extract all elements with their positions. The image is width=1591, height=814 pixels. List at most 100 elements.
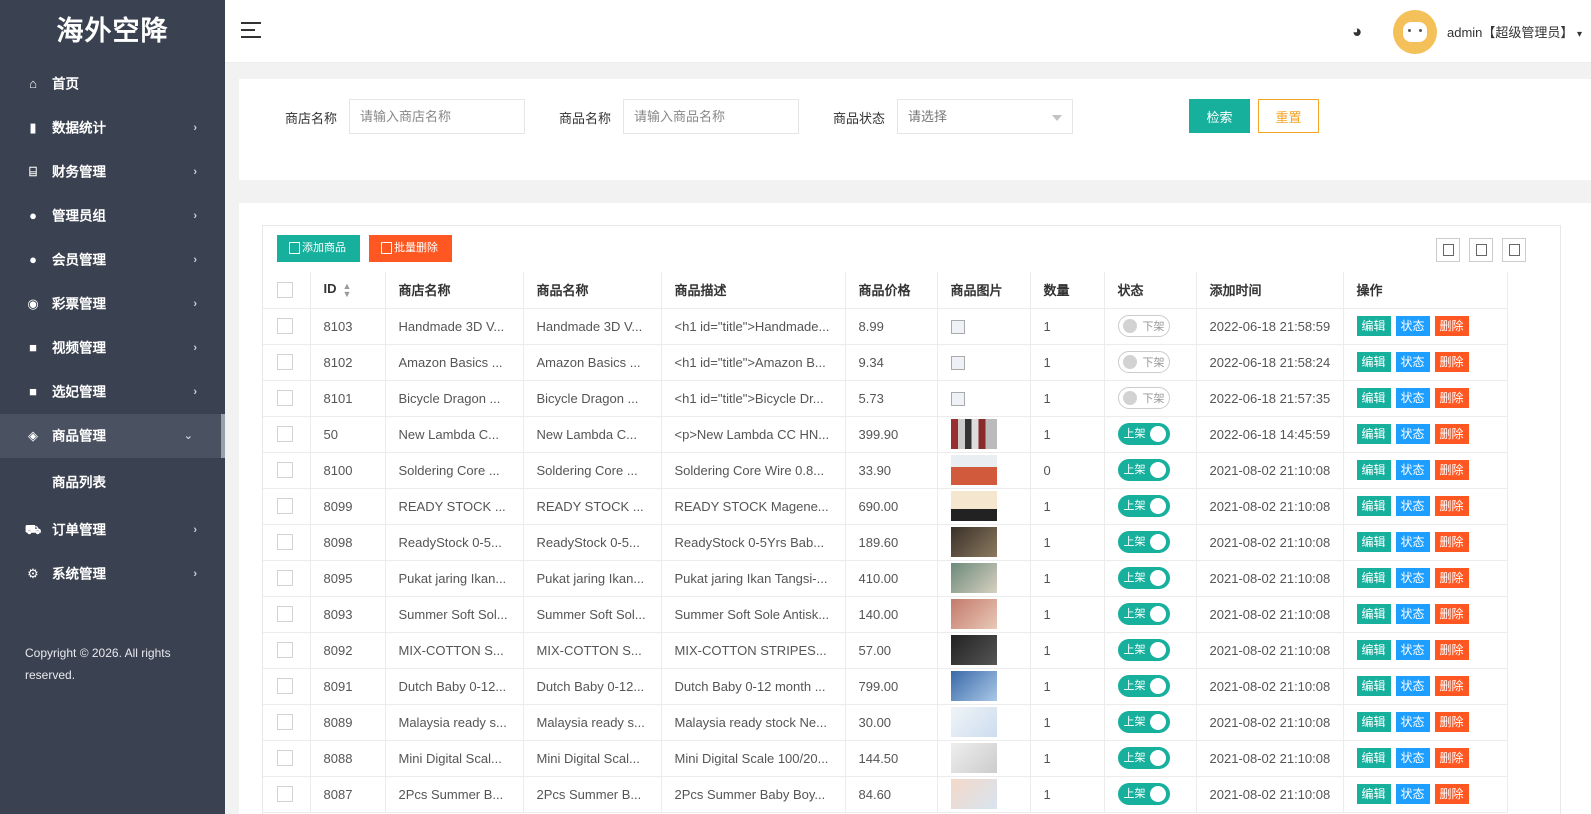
status-toggle[interactable]: 上架 [1117, 747, 1170, 769]
print-icon[interactable] [1502, 238, 1526, 262]
status-toggle[interactable]: 上架 [1117, 711, 1170, 733]
state-button[interactable]: 状态 [1395, 568, 1430, 588]
edit-button[interactable]: 编辑 [1356, 784, 1391, 804]
delete-button[interactable]: 删除 [1434, 676, 1469, 696]
export-icon[interactable] [1469, 238, 1493, 262]
avatar[interactable] [1393, 10, 1437, 54]
goods-thumbnail[interactable] [950, 419, 997, 449]
broken-image-icon[interactable] [950, 391, 965, 406]
edit-button[interactable]: 编辑 [1356, 352, 1391, 372]
delete-button[interactable]: 删除 [1434, 640, 1469, 660]
row-checkbox[interactable] [277, 786, 293, 803]
delete-button[interactable]: 删除 [1434, 784, 1469, 804]
edit-button[interactable]: 编辑 [1356, 568, 1391, 588]
sidebar-item-1[interactable]: ▮ 数据统计 › [0, 106, 225, 150]
state-button[interactable]: 状态 [1395, 316, 1430, 336]
status-toggle[interactable]: 下架 [1117, 315, 1170, 337]
edit-button[interactable]: 编辑 [1356, 424, 1391, 444]
status-toggle[interactable]: 上架 [1117, 567, 1170, 589]
delete-button[interactable]: 删除 [1434, 388, 1469, 408]
goods-thumbnail[interactable] [950, 455, 997, 485]
state-button[interactable]: 状态 [1395, 496, 1430, 516]
row-checkbox[interactable] [277, 750, 293, 767]
delete-button[interactable]: 删除 [1434, 424, 1469, 444]
goods-status-select[interactable]: 请选择 [897, 99, 1073, 134]
status-toggle[interactable]: 上架 [1117, 459, 1170, 481]
row-checkbox[interactable] [277, 606, 293, 623]
sidebar-item-10[interactable]: ⚙ 系统管理 › [0, 552, 225, 596]
edit-button[interactable]: 编辑 [1356, 604, 1391, 624]
state-button[interactable]: 状态 [1395, 460, 1430, 480]
goods-thumbnail[interactable] [950, 635, 997, 665]
sidebar-item-2[interactable]: ⌸ 财务管理 › [0, 150, 225, 194]
status-toggle[interactable]: 上架 [1117, 639, 1170, 661]
broken-image-icon[interactable] [950, 355, 965, 370]
palette-icon[interactable]: ◕ [1352, 22, 1362, 42]
state-button[interactable]: 状态 [1395, 676, 1430, 696]
delete-button[interactable]: 删除 [1434, 460, 1469, 480]
delete-button[interactable]: 删除 [1434, 604, 1469, 624]
row-checkbox[interactable] [277, 714, 293, 731]
shop-name-input[interactable] [349, 99, 525, 134]
state-button[interactable]: 状态 [1395, 604, 1430, 624]
delete-button[interactable]: 删除 [1434, 568, 1469, 588]
sort-icon[interactable]: ▲ ▼ [343, 282, 352, 299]
goods-name-input[interactable] [623, 99, 799, 134]
delete-button[interactable]: 删除 [1434, 352, 1469, 372]
menu-toggle-icon[interactable] [241, 22, 261, 38]
goods-thumbnail[interactable] [950, 671, 997, 701]
status-toggle[interactable]: 上架 [1117, 423, 1170, 445]
edit-button[interactable]: 编辑 [1356, 496, 1391, 516]
edit-button[interactable]: 编辑 [1356, 712, 1391, 732]
status-toggle[interactable]: 上架 [1117, 603, 1170, 625]
reset-button[interactable]: 重置 [1258, 99, 1319, 133]
goods-thumbnail[interactable] [950, 599, 997, 629]
state-button[interactable]: 状态 [1395, 388, 1430, 408]
row-checkbox[interactable] [277, 570, 293, 587]
delete-button[interactable]: 删除 [1434, 316, 1469, 336]
sidebar-item-4[interactable]: ● 会员管理 › [0, 238, 225, 282]
row-checkbox[interactable] [277, 390, 293, 407]
edit-button[interactable]: 编辑 [1356, 388, 1391, 408]
delete-button[interactable]: 删除 [1434, 532, 1469, 552]
select-all-checkbox[interactable] [277, 282, 293, 299]
sidebar-item-3[interactable]: ● 管理员组 › [0, 194, 225, 238]
goods-thumbnail[interactable] [950, 743, 997, 773]
edit-button[interactable]: 编辑 [1356, 640, 1391, 660]
row-checkbox[interactable] [277, 534, 293, 551]
edit-button[interactable]: 编辑 [1356, 316, 1391, 336]
state-button[interactable]: 状态 [1395, 640, 1430, 660]
edit-button[interactable]: 编辑 [1356, 676, 1391, 696]
goods-thumbnail[interactable] [950, 491, 997, 521]
goods-thumbnail[interactable] [950, 527, 997, 557]
status-toggle[interactable]: 上架 [1117, 531, 1170, 553]
delete-button[interactable]: 删除 [1434, 496, 1469, 516]
status-toggle[interactable]: 下架 [1117, 387, 1170, 409]
sidebar-item-8[interactable]: ◈ 商品管理 ⌄ [0, 414, 225, 458]
status-toggle[interactable]: 下架 [1117, 351, 1170, 373]
status-toggle[interactable]: 上架 [1117, 783, 1170, 805]
goods-thumbnail[interactable] [950, 707, 997, 737]
state-button[interactable]: 状态 [1395, 712, 1430, 732]
broken-image-icon[interactable] [950, 319, 965, 334]
row-checkbox[interactable] [277, 318, 293, 335]
search-button[interactable]: 检索 [1189, 99, 1250, 133]
filter-columns-icon[interactable] [1436, 238, 1460, 262]
row-checkbox[interactable] [277, 498, 293, 515]
row-checkbox[interactable] [277, 354, 293, 371]
sidebar-item-7[interactable]: ■ 选妃管理 › [0, 370, 225, 414]
sidebar-item-6[interactable]: ■ 视频管理 › [0, 326, 225, 370]
row-checkbox[interactable] [277, 642, 293, 659]
state-button[interactable]: 状态 [1395, 424, 1430, 444]
state-button[interactable]: 状态 [1395, 532, 1430, 552]
sidebar-item-5[interactable]: ◉ 彩票管理 › [0, 282, 225, 326]
add-goods-button[interactable]: 添加商品 [277, 235, 360, 262]
state-button[interactable]: 状态 [1395, 352, 1430, 372]
row-checkbox[interactable] [277, 462, 293, 479]
edit-button[interactable]: 编辑 [1356, 460, 1391, 480]
row-checkbox[interactable] [277, 426, 293, 443]
goods-thumbnail[interactable] [950, 779, 997, 809]
sidebar-item-0[interactable]: ⌂ 首页 [0, 62, 225, 106]
admin-user-menu[interactable]: admin【超级管理员】 ▾ [1447, 22, 1582, 41]
status-toggle[interactable]: 上架 [1117, 495, 1170, 517]
